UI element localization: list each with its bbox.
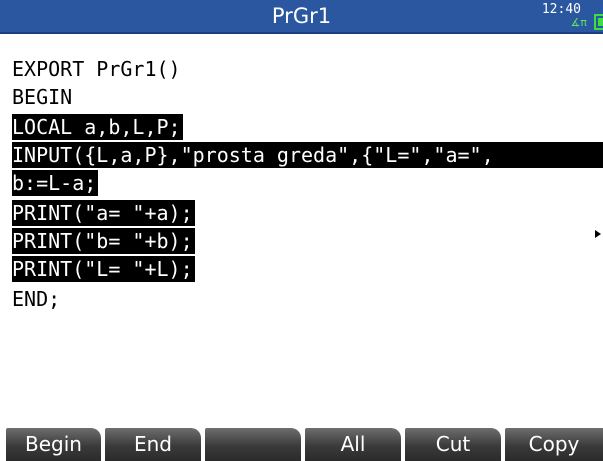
- battery-icon: [594, 14, 603, 30]
- end-softkey[interactable]: End: [105, 428, 201, 461]
- title-bar: PrGr1 12:40 ∡π: [0, 0, 603, 34]
- code-line[interactable]: BEGIN: [12, 84, 72, 110]
- code-line[interactable]: PRINT("b= "+b);: [12, 228, 195, 254]
- code-line[interactable]: EXPORT PrGr1(): [12, 56, 181, 82]
- softkey-menu: Begin End All Cut Copy: [0, 424, 603, 461]
- code-line[interactable]: PRINT("a= "+a);: [12, 200, 195, 226]
- code-line[interactable]: PRINT("L= "+L);: [12, 256, 195, 282]
- select-all-softkey[interactable]: All: [305, 428, 401, 461]
- blank-softkey[interactable]: [205, 428, 301, 461]
- begin-softkey[interactable]: Begin: [6, 428, 101, 461]
- clock: 12:40: [541, 2, 581, 17]
- program-title: PrGr1: [271, 4, 332, 28]
- code-line[interactable]: INPUT({L,a,P},"prosta greda",{"L=","a=",: [12, 142, 603, 168]
- angle-mode-icon: ∡π: [570, 16, 587, 29]
- program-editor[interactable]: EXPORT PrGr1() BEGIN LOCAL a,b,L,P; INPU…: [0, 34, 603, 424]
- right-arrow-icon: [595, 230, 601, 238]
- copy-softkey[interactable]: Copy: [505, 428, 603, 461]
- code-line[interactable]: END;: [12, 286, 60, 312]
- cut-softkey[interactable]: Cut: [405, 428, 501, 461]
- code-line[interactable]: b:=L-a;: [12, 170, 99, 196]
- calculator-screen: PrGr1 12:40 ∡π EXPORT PrGr1() BEGIN LOCA…: [0, 0, 603, 461]
- code-line[interactable]: LOCAL a,b,L,P;: [12, 114, 183, 140]
